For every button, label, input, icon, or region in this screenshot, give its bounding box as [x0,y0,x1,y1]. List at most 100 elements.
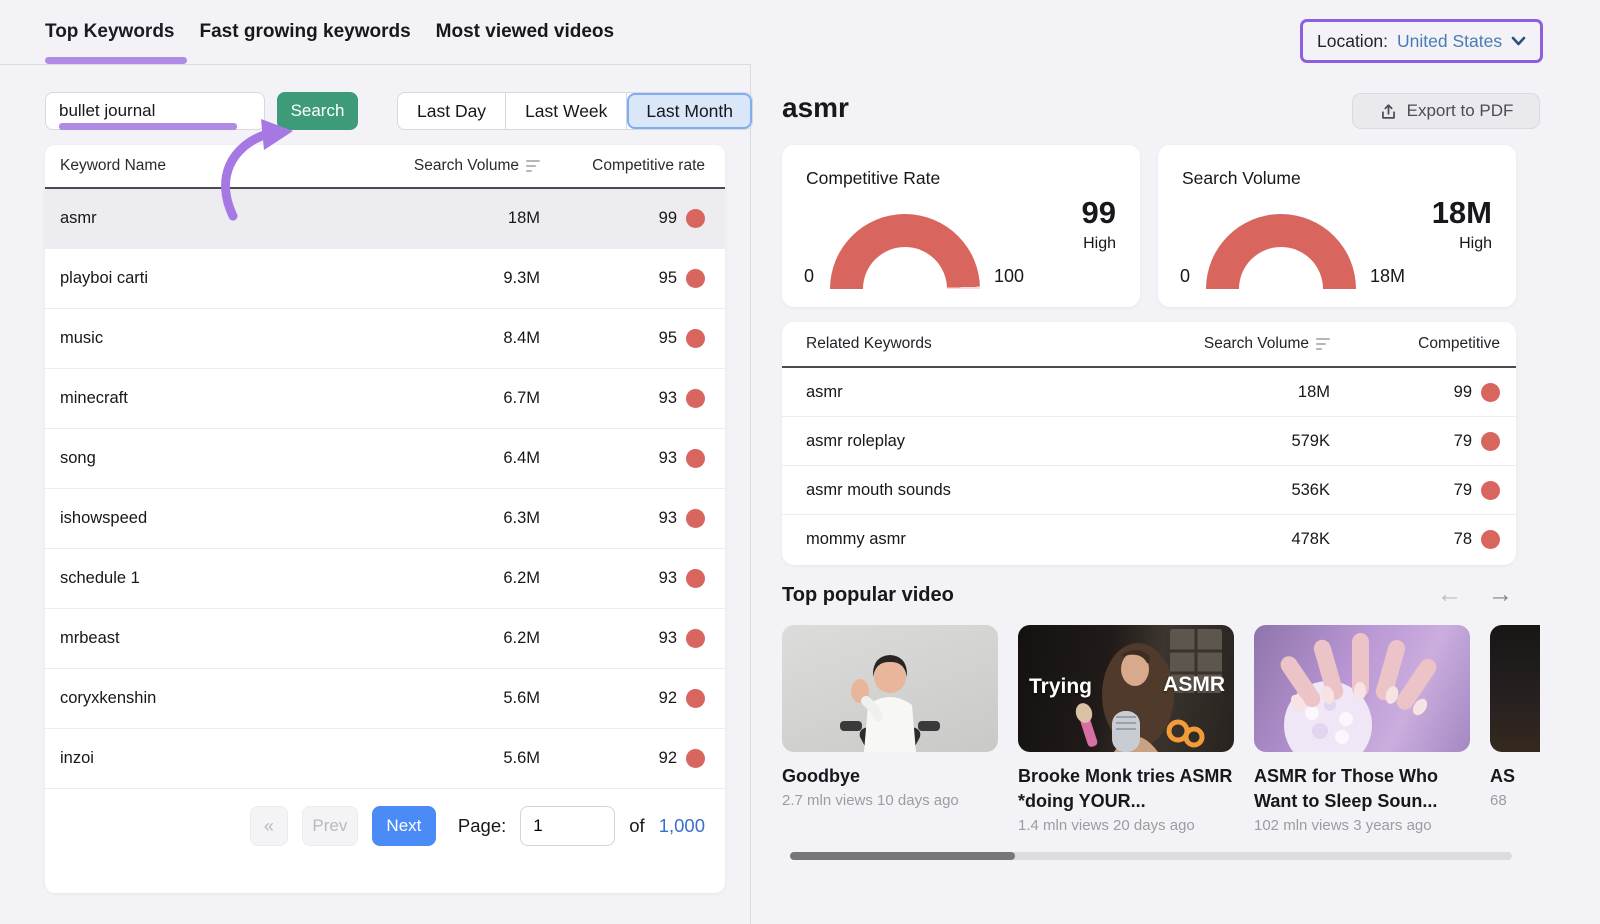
table-row[interactable]: asmr 18M 99 [45,189,725,249]
carousel-scrollbar-thumb[interactable] [790,852,1015,860]
keywords-table: Keyword Name Search Volume Competitive r… [45,145,725,893]
rate-cell: 79 [1454,481,1472,500]
table-row[interactable]: minecraft 6.7M 93 [45,369,725,429]
gauge-card-title: Competitive Rate [806,168,940,189]
keyword-cell: coryxkenshin [60,689,320,708]
rate-cell: 93 [659,509,677,528]
rate-cell: 93 [659,569,677,588]
column-search-volume: Search Volume [1204,335,1309,353]
related-row[interactable]: mommy asmr 478K 78 [782,515,1516,564]
keyword-research-app: Top Keywords Fast growing keywords Most … [0,0,1600,924]
rate-cell: 93 [659,629,677,648]
keyword-cell: song [60,449,320,468]
rate-dot-icon [686,389,705,408]
location-value: United States [1397,31,1502,52]
next-page-button[interactable]: Next [372,806,436,846]
filter-last-week[interactable]: Last Week [506,93,627,129]
video-card[interactable]: AS 68 [1490,625,1540,840]
location-selector[interactable]: Location: United States [1300,19,1543,63]
video-card[interactable]: ASMR for Those Who Want to Sleep Soun...… [1254,625,1470,840]
rate-dot-icon [686,689,705,708]
video-title: ASMR for Those Who Want to Sleep Soun... [1254,764,1470,814]
related-row[interactable]: asmr 18M 99 [782,368,1516,417]
rate-cell: 79 [1454,432,1472,451]
prev-page-button[interactable]: Prev [302,806,358,846]
sort-icon[interactable] [526,160,540,173]
volume-cell: 18M [320,209,540,228]
top-popular-video-heading: Top popular video [782,584,954,607]
rate-dot-icon [686,329,705,348]
sort-icon[interactable] [1316,338,1330,351]
detail-keyword-title: asmr [782,92,849,124]
time-filter: Last Day Last Week Last Month [397,92,753,130]
filter-last-day[interactable]: Last Day [398,93,506,129]
rate-cell: 99 [659,209,677,228]
table-row[interactable]: schedule 1 6.2M 93 [45,549,725,609]
keyword-cell: mommy asmr [806,530,1090,549]
table-row[interactable]: inzoi 5.6M 92 [45,729,725,789]
volume-cell: 6.4M [320,449,540,468]
tab-top-keywords[interactable]: Top Keywords [45,21,175,43]
rate-cell: 93 [659,389,677,408]
video-title: AS [1490,764,1540,789]
carousel-controls: ← → [1437,580,1513,609]
column-search-volume: Search Volume [414,157,519,175]
table-row[interactable]: ishowspeed 6.3M 93 [45,489,725,549]
rate-dot-icon [686,509,705,528]
page-number-input[interactable] [520,806,615,846]
table-row[interactable]: mrbeast 6.2M 93 [45,609,725,669]
table-row[interactable]: coryxkenshin 5.6M 92 [45,669,725,729]
tab-fast-growing-keywords[interactable]: Fast growing keywords [200,21,411,43]
related-row[interactable]: asmr mouth sounds 536K 79 [782,466,1516,515]
carousel-prev-icon[interactable]: ← [1437,580,1462,609]
keyword-cell: asmr mouth sounds [806,481,1090,500]
volume-cell: 6.2M [320,629,540,648]
video-title: Goodbye [782,764,998,789]
rate-cell: 95 [659,269,677,288]
table-row[interactable]: song 6.4M 93 [45,429,725,489]
keyword-cell: playboi carti [60,269,320,288]
gauge-card-title: Search Volume [1182,168,1301,189]
video-meta: 1.4 mln views 20 days ago [1018,817,1234,834]
rate-cell: 99 [1454,383,1472,402]
rate-dot-icon [1481,481,1500,500]
panel-divider [750,64,751,924]
search-button[interactable]: Search [277,92,358,130]
video-carousel: Goodbye 2.7 mln views 10 days ago [782,625,1540,840]
rate-cell: 93 [659,449,677,468]
export-icon [1379,102,1398,121]
rate-cell: 92 [659,689,677,708]
rate-dot-icon [1481,432,1500,451]
rate-cell: 95 [659,329,677,348]
keyword-cell: asmr [806,383,1090,402]
total-pages-link[interactable]: 1,000 [659,806,705,846]
carousel-scrollbar-track [790,852,1512,860]
volume-cell: 6.3M [320,509,540,528]
first-page-button[interactable]: « [250,806,288,846]
volume-cell: 478K [1090,530,1330,549]
rate-dot-icon [686,749,705,768]
pagination: « Prev Next Page: of 1,000 [45,789,725,893]
rate-cell: 92 [659,749,677,768]
video-card[interactable]: Trying ASMR Brooke Monk tries ASMR *doin… [1018,625,1234,840]
carousel-next-icon[interactable]: → [1488,580,1513,609]
tab-most-viewed-videos[interactable]: Most viewed videos [436,21,614,43]
keyword-cell: inzoi [60,749,320,768]
volume-cell: 579K [1090,432,1330,451]
gauge-level: High [1083,235,1116,253]
table-row[interactable]: playboi carti 9.3M 95 [45,249,725,309]
column-competitive: Competitive [1330,335,1500,353]
column-competitive-rate: Competitive rate [540,157,705,175]
nav-divider [0,64,750,65]
related-row[interactable]: asmr roleplay 579K 79 [782,417,1516,466]
video-card[interactable]: Goodbye 2.7 mln views 10 days ago [782,625,998,840]
volume-cell: 8.4M [320,329,540,348]
table-row[interactable]: music 8.4M 95 [45,309,725,369]
top-nav: Top Keywords Fast growing keywords Most … [45,0,614,64]
active-tab-underline-annotation [45,57,187,64]
filter-last-month[interactable]: Last Month [627,93,752,129]
page-label: Page: [458,806,506,846]
export-to-pdf-button[interactable]: Export to PDF [1352,93,1540,129]
volume-cell: 5.6M [320,749,540,768]
video-meta: 102 mln views 3 years ago [1254,817,1470,834]
